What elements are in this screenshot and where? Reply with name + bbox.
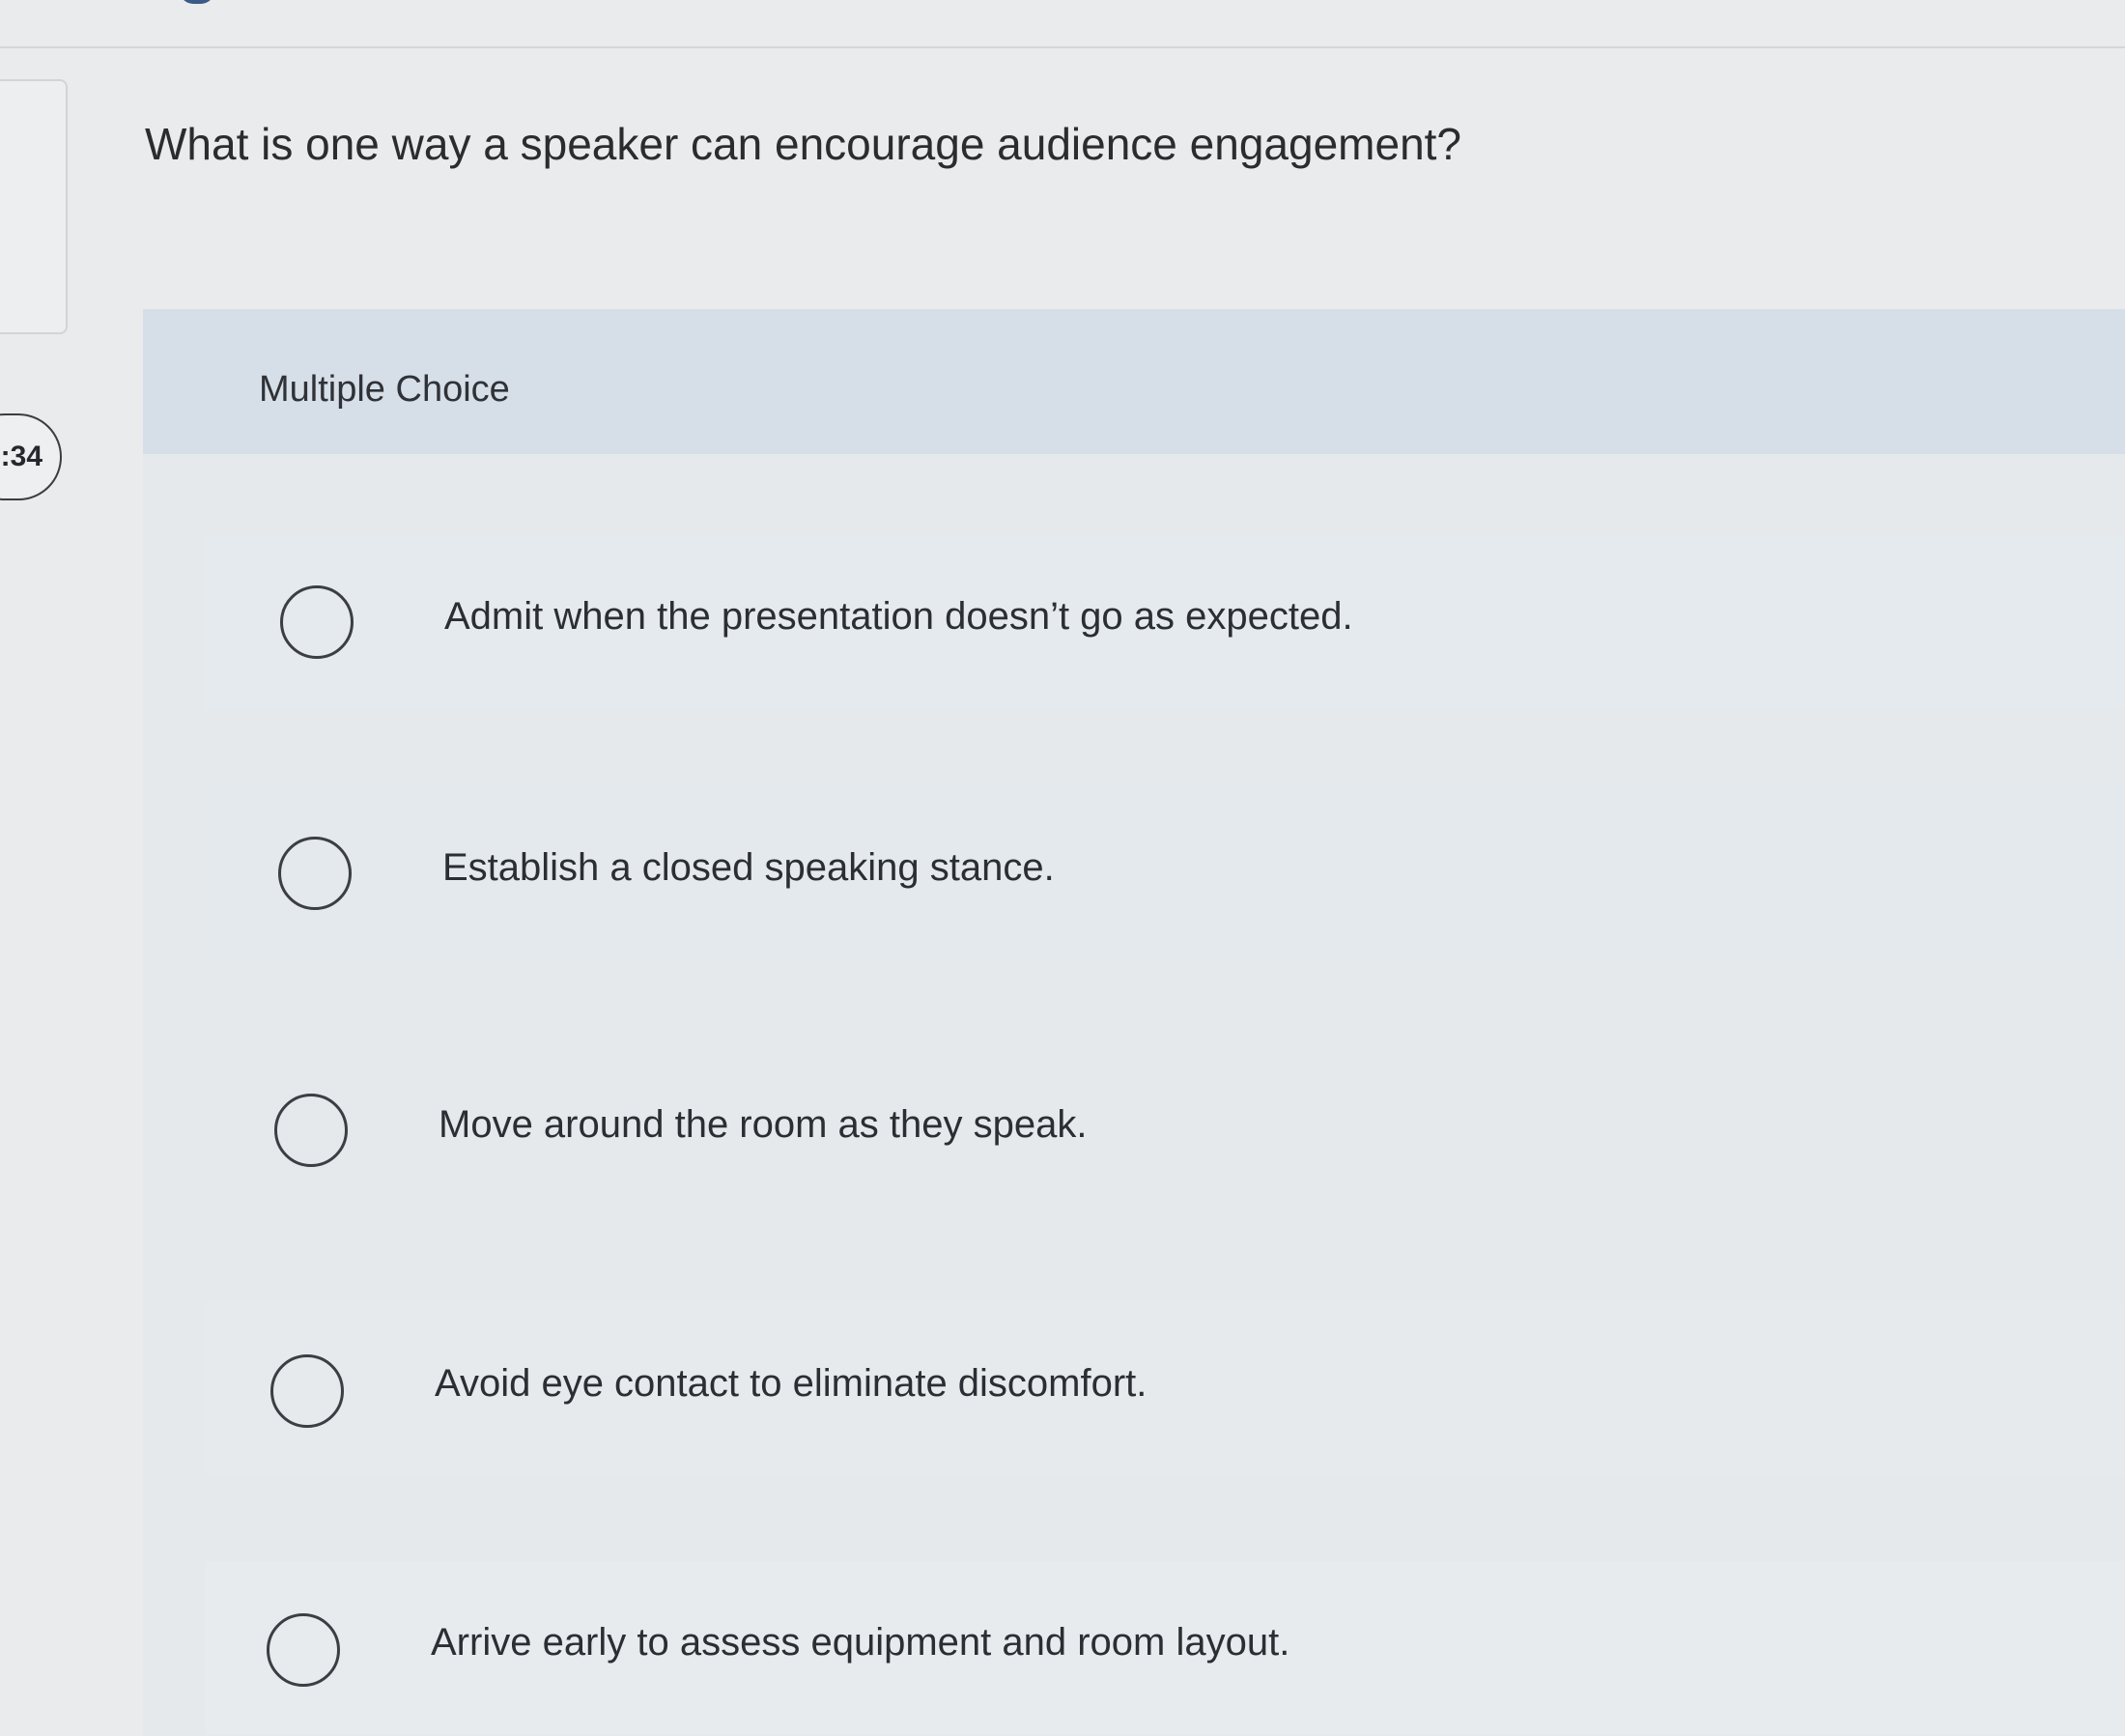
top-divider	[0, 46, 2125, 48]
answer-choice-5[interactable]: Arrive early to assess equipment and roo…	[205, 1561, 2125, 1735]
timer-text: :34	[0, 441, 42, 472]
question-type-label: Multiple Choice	[259, 369, 510, 410]
answer-choice-5-label: Arrive early to assess equipment and roo…	[431, 1621, 1290, 1664]
radio-unselected-icon[interactable]	[267, 1613, 340, 1687]
progress-marker	[180, 0, 214, 4]
question-text: What is one way a speaker can encourage …	[145, 119, 1462, 169]
answer-choice-2[interactable]: Establish a closed speaking stance.	[205, 786, 2125, 960]
radio-unselected-icon[interactable]	[278, 837, 352, 910]
answer-choice-4-label: Avoid eye contact to eliminate discomfor…	[435, 1362, 1148, 1405]
question-type-header: Multiple Choice	[143, 309, 2125, 454]
answer-choices: Admit when the presentation doesn’t go a…	[205, 535, 2125, 1736]
side-panel	[0, 79, 68, 334]
answer-choice-3[interactable]: Move around the room as they speak.	[205, 1041, 2125, 1215]
answer-choice-2-label: Establish a closed speaking stance.	[442, 846, 1055, 889]
answer-choice-1[interactable]: Admit when the presentation doesn’t go a…	[205, 535, 2125, 709]
answer-choice-3-label: Move around the room as they speak.	[439, 1103, 1088, 1146]
timer-badge: :34	[0, 413, 62, 500]
question-card: Multiple Choice Admit when the presentat…	[143, 309, 2125, 1736]
answer-choice-1-label: Admit when the presentation doesn’t go a…	[444, 595, 1353, 638]
radio-unselected-icon[interactable]	[270, 1354, 344, 1428]
radio-unselected-icon[interactable]	[274, 1094, 348, 1167]
answer-choice-4[interactable]: Avoid eye contact to eliminate discomfor…	[205, 1302, 2125, 1476]
radio-unselected-icon[interactable]	[280, 585, 354, 659]
